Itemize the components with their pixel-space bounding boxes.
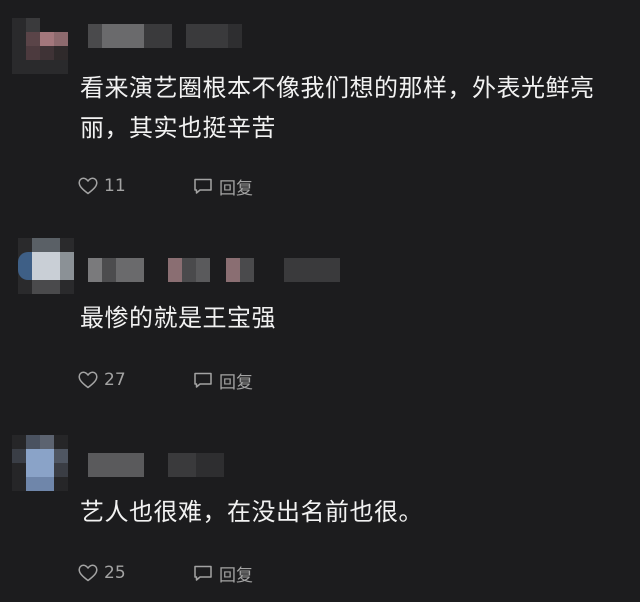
username-blurred[interactable] [88, 258, 348, 282]
comment-item: 最惨的就是王宝强 27 回复 [0, 205, 640, 405]
reply-button[interactable]: 回复 [193, 368, 253, 393]
heart-outline-icon [78, 177, 98, 195]
avatar[interactable] [18, 238, 74, 294]
like-button[interactable]: 11 [78, 176, 193, 196]
comment-actions: 25 回复 [78, 561, 253, 586]
comment-item: 艺人也很难，在没出名前也很。 25 回复 [0, 405, 640, 602]
comment-item: 看来演艺圈根本不像我们想的那样，外表光鲜亮丽，其实也挺辛苦 11 回复 [0, 0, 640, 205]
comment-text: 艺人也很难，在没出名前也很。 [80, 498, 423, 526]
like-button[interactable]: 27 [78, 370, 193, 390]
reply-button[interactable]: 回复 [193, 174, 253, 199]
like-count: 11 [104, 176, 126, 196]
comment-actions: 27 回复 [78, 368, 253, 393]
reply-label: 回复 [219, 372, 253, 393]
speech-bubble-icon [194, 178, 212, 194]
speech-bubble-icon [194, 565, 212, 581]
like-button[interactable]: 25 [78, 563, 193, 583]
like-count: 27 [104, 370, 126, 390]
heart-outline-icon [78, 371, 98, 389]
like-count: 25 [104, 563, 126, 583]
avatar[interactable] [12, 18, 68, 74]
reply-button[interactable]: 回复 [193, 561, 253, 586]
reply-label: 回复 [219, 178, 253, 199]
comment-actions: 11 回复 [78, 174, 253, 199]
username-blurred[interactable] [88, 24, 258, 48]
username-blurred[interactable] [88, 453, 238, 477]
comment-text: 最惨的就是王宝强 [80, 304, 276, 332]
speech-bubble-icon [194, 372, 212, 388]
comment-text: 看来演艺圈根本不像我们想的那样，外表光鲜亮丽，其实也挺辛苦 [80, 74, 595, 142]
reply-label: 回复 [219, 565, 253, 586]
heart-outline-icon [78, 564, 98, 582]
avatar[interactable] [12, 435, 68, 491]
